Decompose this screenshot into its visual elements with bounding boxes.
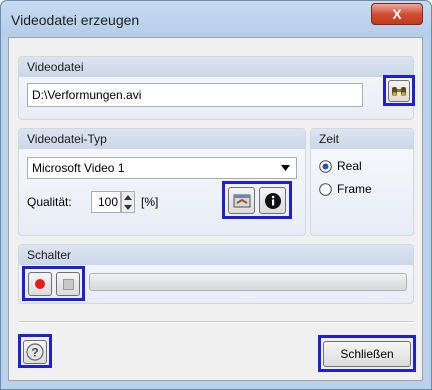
window-title: Videodatei erzeugen xyxy=(11,12,140,28)
dialog-window: Videodatei erzeugen X Videodatei D:\Verf… xyxy=(0,0,432,390)
quality-input[interactable]: 100 xyxy=(91,191,121,213)
radio-unselected-icon xyxy=(319,183,332,196)
close-window-button[interactable]: X xyxy=(371,3,423,25)
zeit-group-label: Zeit xyxy=(319,132,340,146)
help-button-highlight xyxy=(18,334,52,368)
spin-down-icon[interactable] xyxy=(124,205,132,210)
footer-separator xyxy=(18,321,414,323)
schalter-group-header: Schalter xyxy=(19,245,413,265)
chevron-down-icon xyxy=(281,165,290,171)
close-icon: X xyxy=(392,6,402,22)
recording-progress-bar xyxy=(89,273,407,291)
schliessen-button-highlight xyxy=(318,335,416,372)
schalter-group-label: Schalter xyxy=(27,248,72,262)
videodatei-group-header: Videodatei xyxy=(19,57,413,77)
radio-frame-label: Frame xyxy=(337,182,372,196)
videodatei-group: Videodatei D:\Verformungen.avi xyxy=(18,56,415,120)
spin-up-icon[interactable] xyxy=(124,195,132,200)
schalter-group: Schalter xyxy=(18,244,414,304)
video-file-path-field[interactable]: D:\Verformungen.avi xyxy=(27,83,363,107)
video-codec-select[interactable]: Microsoft Video 1 xyxy=(27,157,297,179)
video-codec-selected-value: Microsoft Video 1 xyxy=(32,161,125,175)
radio-real-label: Real xyxy=(337,159,362,173)
quality-spinner[interactable] xyxy=(121,191,135,213)
playback-buttons-highlight xyxy=(22,266,85,301)
videotyp-group: Videodatei-Typ Microsoft Video 1 Qualitä… xyxy=(18,128,306,236)
videodatei-group-label: Videodatei xyxy=(27,60,84,74)
browse-button-highlight xyxy=(383,75,415,106)
videotyp-group-header: Videodatei-Typ xyxy=(19,129,305,149)
zeit-group-header: Zeit xyxy=(311,129,413,149)
codec-buttons-highlight xyxy=(222,181,292,219)
quality-label: Qualität: xyxy=(27,195,72,209)
zeit-group: Zeit Real Frame xyxy=(310,128,414,236)
dialog-client-area: Videodatei D:\Verformungen.avi Videodate… xyxy=(8,37,423,381)
quality-unit-label: [%] xyxy=(141,195,159,209)
videotyp-group-label: Videodatei-Typ xyxy=(27,132,107,146)
title-bar: Videodatei erzeugen X xyxy=(1,1,431,37)
radio-selected-icon xyxy=(319,160,332,173)
